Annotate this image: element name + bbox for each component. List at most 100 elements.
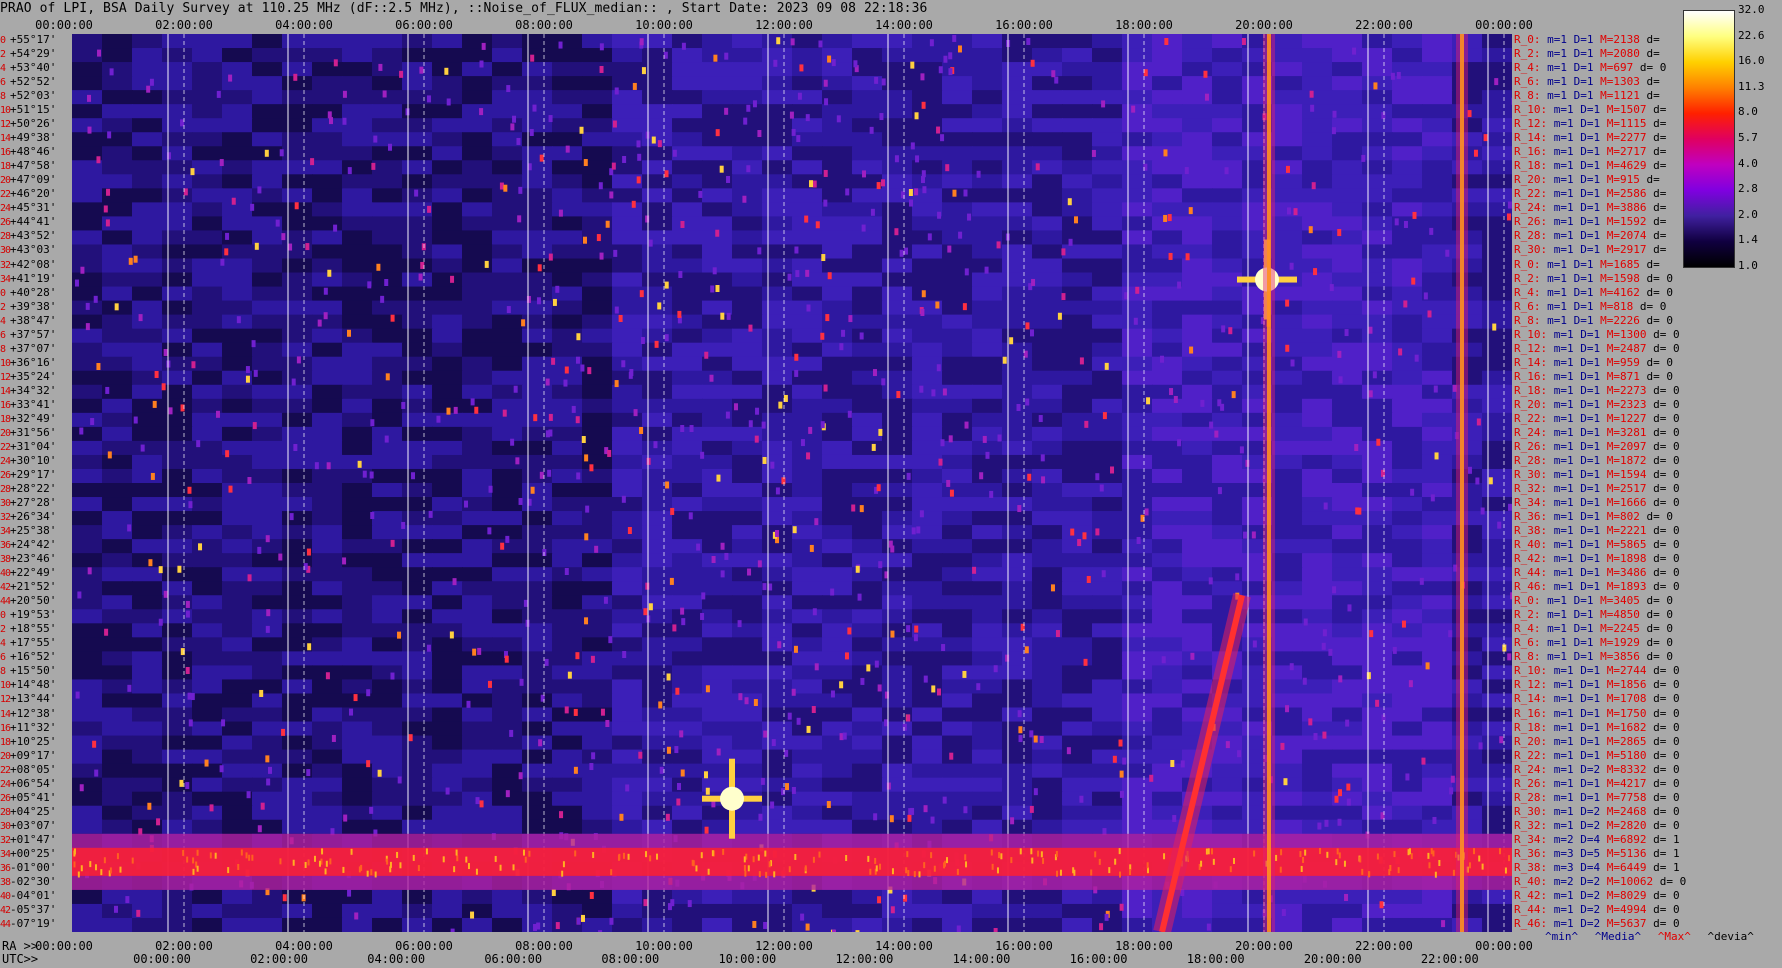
heatmap-cell [282, 917, 313, 932]
stat-row: R_2: m=1 D=1 M=2080 d= [1514, 47, 1660, 61]
heatmap-cell [102, 651, 133, 667]
stat-deviation: d= 0 [1633, 299, 1667, 313]
row-id: R_18: [1514, 159, 1548, 173]
speckle [878, 561, 883, 569]
heatmap-cell [1152, 216, 1183, 232]
declination-row: 18+10°25' [0, 735, 56, 749]
speckle [1018, 735, 1023, 743]
heatmap-cell [972, 707, 1003, 723]
heatmap-cell [462, 567, 493, 583]
heatmap-cell [672, 707, 703, 723]
heatmap-cell [462, 805, 493, 821]
speckle [584, 533, 589, 541]
heatmap-cell [462, 244, 493, 260]
heatmap-cell [552, 76, 583, 92]
heatmap-cell [522, 539, 553, 555]
speckle [945, 164, 950, 172]
speckle [369, 806, 374, 814]
heatmap-cell [492, 763, 523, 779]
heatmap-cell [642, 426, 673, 442]
stat-row: R_44: m=1 D=2 M=4994 d= 0 [1514, 903, 1680, 917]
heatmap-cell [612, 258, 643, 274]
heatmap-cell [192, 146, 223, 162]
speckle [408, 734, 413, 742]
heatmap-cell [132, 693, 163, 709]
heatmap-cell [882, 791, 913, 807]
beam-index: 32 [0, 259, 11, 271]
speckle [1149, 774, 1154, 782]
heatmap-cell [642, 539, 673, 555]
heatmap-cell [552, 244, 583, 260]
speckle [397, 631, 402, 639]
heatmap-cell [1002, 777, 1033, 793]
heatmap-cell [222, 258, 253, 274]
heatmap-cell [102, 426, 133, 442]
heatmap-cell [522, 889, 553, 905]
stat-max: M=959 [1600, 355, 1640, 369]
heatmap-cell [1272, 286, 1303, 302]
speckle [937, 211, 942, 219]
heatmap-cell [1032, 216, 1063, 232]
heatmap-cell [1422, 174, 1453, 190]
heatmap-cell [642, 48, 673, 64]
heatmap-cell [222, 90, 253, 106]
heatmap-cell [942, 188, 973, 204]
heatmap-cell [402, 651, 433, 667]
heatmap-cell [1182, 230, 1213, 246]
band-speckle [574, 850, 577, 857]
heatmap-cell [372, 314, 403, 330]
speckle [1473, 149, 1478, 157]
declination-row: 16+11°32' [0, 721, 56, 735]
heatmap-cell [1152, 791, 1183, 807]
heatmap-cell [342, 539, 373, 555]
heatmap-cell [222, 553, 253, 569]
speckle [636, 140, 641, 148]
row-id: R_16: [1514, 145, 1548, 159]
beam-index: 36 [0, 862, 11, 874]
heatmap-cell [1032, 903, 1063, 919]
stat-deviation: d= 0 [1646, 720, 1680, 734]
heatmap-cell [732, 76, 763, 92]
row-id: R_38: [1514, 524, 1548, 538]
speckle [612, 120, 617, 128]
declination-row: 38-02°30' [0, 875, 56, 889]
band-speckle [1229, 866, 1232, 873]
stat-min: m=1 [1547, 664, 1574, 678]
speckle [105, 219, 110, 227]
heatmap-cell [462, 426, 493, 442]
heatmap-cell [1122, 188, 1153, 204]
heatmap-cell [1362, 230, 1393, 246]
speckle [306, 769, 311, 777]
heatmap-cell [432, 104, 463, 120]
heatmap-cell [1332, 216, 1363, 232]
heatmap-cell [162, 118, 193, 134]
stat-deviation: d= 0 [1646, 453, 1680, 467]
heatmap-cell [462, 539, 493, 555]
stat-max: M=8029 [1600, 888, 1647, 902]
heatmap-cell [102, 511, 133, 527]
heatmap-cell [1392, 398, 1423, 414]
speckle [876, 484, 881, 492]
speckle [399, 70, 404, 78]
stat-min: m=1 [1547, 173, 1574, 187]
heatmap-cell [822, 328, 853, 344]
heatmap-cell [282, 595, 313, 611]
heatmap-cell [462, 665, 493, 681]
heatmap-cell [582, 188, 613, 204]
declination-row: 22+31°04' [0, 440, 56, 454]
declination-value: +37°07' [10, 341, 57, 355]
heatmap-cell [1422, 272, 1453, 288]
heatmap-cell [822, 553, 853, 569]
heatmap-cell [1392, 903, 1423, 919]
stat-median: D=2 [1573, 874, 1601, 888]
stat-row: R_28: m=1 D=1 M=2074 d= [1514, 229, 1666, 243]
heatmap-cell [852, 188, 883, 204]
heatmap-cell [1362, 777, 1393, 793]
stat-min: m=1 [1547, 453, 1574, 467]
heatmap-cell [732, 146, 763, 162]
speckle [484, 260, 489, 268]
heatmap-cell [702, 356, 733, 372]
heatmap-cell [732, 412, 763, 428]
heatmap-cell [102, 735, 133, 751]
speckle [1302, 677, 1307, 685]
